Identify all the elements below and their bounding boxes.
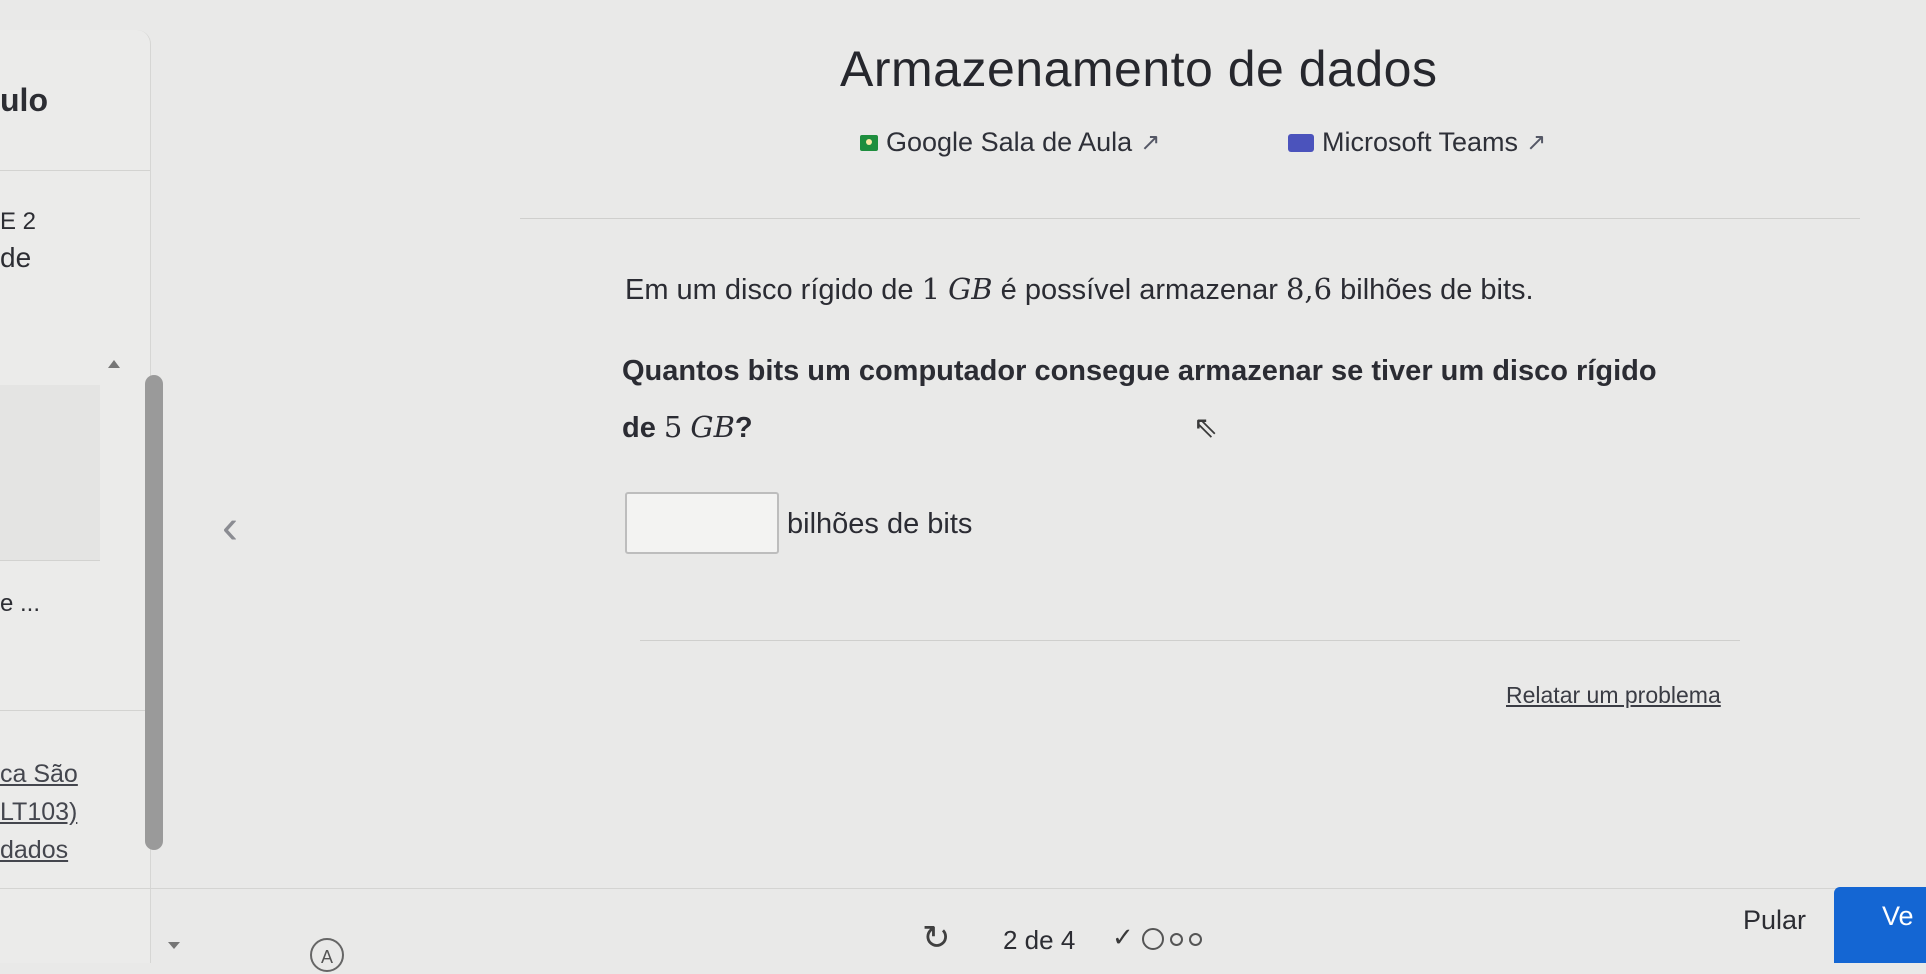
sidebar: ulo E 2 de e ... ca São LT103) dados xyxy=(0,30,151,963)
sidebar-section-number: E 2 xyxy=(0,208,37,235)
answer-unit-label: bilhões de bits xyxy=(787,508,973,540)
question-prompt-line-2: de 5 GB? xyxy=(622,410,753,444)
sidebar-section-title[interactable]: de xyxy=(0,242,31,274)
current-step-dot-icon xyxy=(1141,928,1164,951)
chevron-left-icon[interactable]: ‹ xyxy=(222,500,238,555)
sidebar-panel xyxy=(0,385,100,561)
mouse-cursor-icon: ⇖ xyxy=(1193,411,1219,444)
external-link-icon: ↗ xyxy=(1526,129,1547,156)
sidebar-link-line-2[interactable]: LT103) xyxy=(0,798,77,827)
scroll-down-arrow-icon[interactable] xyxy=(168,942,180,949)
microsoft-teams-icon xyxy=(1288,133,1314,152)
reload-icon[interactable]: ↻ xyxy=(922,918,951,958)
header-divider xyxy=(520,218,1860,219)
google-classroom-icon xyxy=(860,134,878,151)
sidebar-module-label: ulo xyxy=(0,82,48,118)
check-icon: ✓ xyxy=(1112,922,1138,952)
microsoft-teams-link[interactable]: Microsoft Teams ↗ xyxy=(1288,127,1546,158)
google-classroom-link[interactable]: Google Sala de Aula ↗ xyxy=(860,127,1160,158)
verify-button[interactable]: Ve xyxy=(1834,887,1926,963)
scroll-up-arrow-icon[interactable] xyxy=(108,360,120,368)
progress-counter: 2 de 4 xyxy=(1003,925,1076,955)
step-dot-icon xyxy=(1188,932,1202,946)
skip-button[interactable]: Pular xyxy=(1743,905,1806,936)
sidebar-divider xyxy=(0,170,150,171)
report-problem-link[interactable]: Relatar um problema xyxy=(1506,682,1721,709)
scrollbar-thumb[interactable] xyxy=(145,375,163,850)
sidebar-link-line-3[interactable]: dados xyxy=(0,836,68,865)
step-dot-icon xyxy=(1169,932,1183,946)
content-divider xyxy=(640,640,1740,641)
avatar[interactable]: A xyxy=(310,938,344,972)
footer-divider xyxy=(0,888,1926,889)
progress-dots: ✓ xyxy=(1112,922,1202,953)
answer-input[interactable] xyxy=(625,492,779,554)
microsoft-teams-label: Microsoft Teams xyxy=(1322,127,1519,157)
question-statement: Em um disco rígido de 1 GB é possível ar… xyxy=(625,272,1534,306)
question-prompt-line-1: Quantos bits um computador consegue arma… xyxy=(622,355,1657,387)
page-title: Armazenamento de dados xyxy=(840,41,1438,97)
sidebar-link-line-1[interactable]: ca São xyxy=(0,760,78,789)
sidebar-item-label[interactable]: e ... xyxy=(0,590,40,618)
external-link-icon: ↗ xyxy=(1140,129,1161,156)
google-classroom-label: Google Sala de Aula xyxy=(886,127,1133,157)
sidebar-divider xyxy=(0,710,150,711)
